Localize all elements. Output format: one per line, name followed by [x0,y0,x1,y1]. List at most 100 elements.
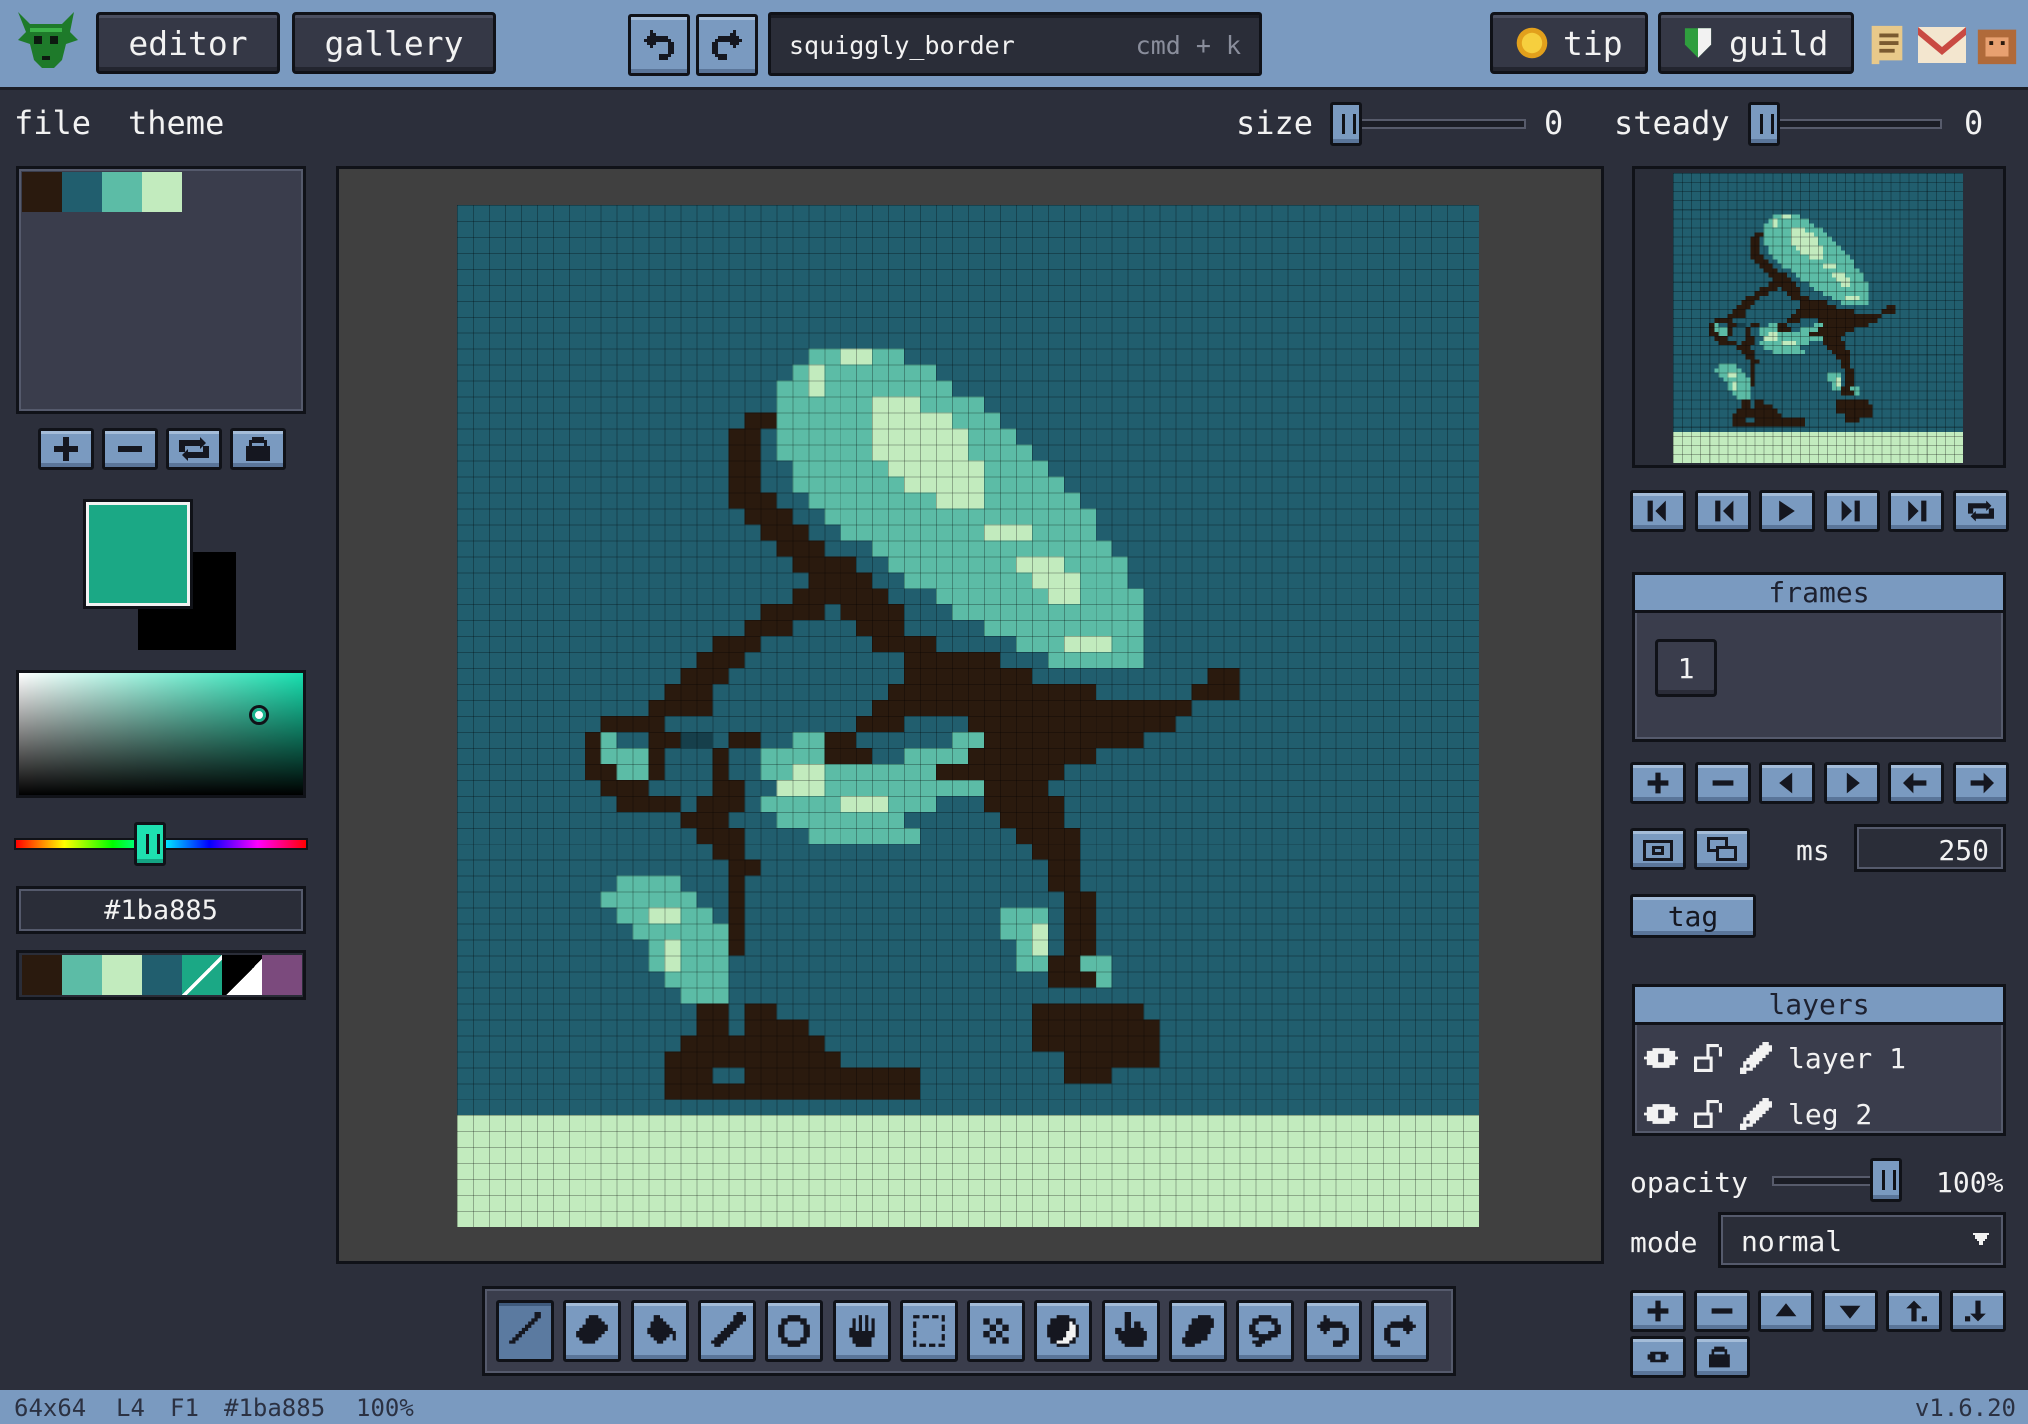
steady-slider-thumb[interactable] [1748,102,1780,146]
editor-tab[interactable]: editor [96,12,280,74]
layer-row[interactable]: leg 2 [1638,1090,2000,1140]
frames-title: frames [1635,575,2003,613]
pencil-icon[interactable] [1740,1098,1772,1130]
pixel-canvas[interactable] [457,205,1479,1227]
file-menu[interactable]: file [14,104,91,142]
layer-bottom-button[interactable] [1950,1290,2006,1332]
layer-down-button[interactable] [1822,1290,1878,1332]
scroll-icon[interactable] [1864,22,1910,68]
add-color-button[interactable] [38,428,94,470]
onion-skin-button[interactable] [1630,828,1686,870]
prev-frame-button[interactable] [1694,490,1751,532]
add-frame-button[interactable] [1630,762,1686,804]
remove-frame-button[interactable] [1694,762,1751,804]
lasso-tool[interactable] [1236,1300,1295,1362]
size-slider-thumb[interactable] [1330,102,1362,146]
circle-tool[interactable] [765,1300,824,1362]
lock-palette-button[interactable] [230,428,286,470]
last-frame-button[interactable] [1888,490,1944,532]
gallery-tab[interactable]: gallery [292,12,496,74]
loop-button[interactable] [1952,490,2009,532]
unlock-icon[interactable] [1694,1044,1722,1072]
duplicate-frame-button[interactable] [1694,828,1750,870]
copy-icon [1707,837,1737,861]
shade-tool[interactable] [1034,1300,1093,1362]
swap-icon [179,437,209,461]
dither-tool[interactable] [967,1300,1026,1362]
eye-icon[interactable] [1644,1100,1678,1128]
layer-top-button[interactable] [1886,1290,1942,1332]
tip-button[interactable]: tip [1490,12,1648,74]
palette-swatch[interactable] [62,172,102,212]
select-rect-tool[interactable] [899,1300,958,1362]
redo-tool[interactable] [1370,1300,1429,1362]
eyedropper-tool[interactable] [697,1300,756,1362]
undo-button[interactable] [628,14,690,76]
move-frame-first-button[interactable] [1888,762,1944,804]
opacity-slider-thumb[interactable] [1870,1158,1902,1202]
palette-swatch[interactable] [22,172,62,212]
chevron-down-icon [1973,1233,1989,1245]
redo-icon [1384,1315,1416,1347]
tip-label: tip [1563,23,1623,63]
recent-color-swatch[interactable] [22,955,62,995]
move-frame-left-button[interactable] [1759,762,1815,804]
hue-slider-thumb[interactable] [134,822,166,866]
size-slider-track[interactable] [1336,119,1526,129]
layer-up-icon [1775,1303,1797,1317]
fill-shape-tool[interactable] [1169,1300,1227,1362]
move-frame-right-button[interactable] [1823,762,1880,804]
recent-color-swatch[interactable] [62,955,102,995]
first-frame-button[interactable] [1630,490,1686,532]
eraser-tool[interactable] [563,1300,622,1362]
next-frame-button[interactable] [1823,490,1880,532]
remove-color-button[interactable] [102,428,158,470]
add-layer-button[interactable] [1630,1290,1686,1332]
play-button[interactable] [1759,490,1815,532]
move-frame-last-button[interactable] [1952,762,2009,804]
layer-row[interactable]: layer 1 [1638,1034,2000,1084]
recent-color-swatch[interactable] [182,955,222,995]
shade-icon [1047,1315,1080,1347]
opacity-slider-track[interactable] [1772,1176,1882,1186]
layer-visibility-button[interactable] [1630,1336,1686,1378]
saturation-picker[interactable] [16,670,306,798]
tag-button[interactable]: tag [1630,894,1756,938]
unlock-icon[interactable] [1694,1100,1722,1128]
layer-visibility-icon [1647,1351,1669,1363]
command-search[interactable]: squiggly_border cmd + k [768,12,1262,76]
eye-icon[interactable] [1644,1044,1678,1072]
palette-swatch[interactable] [142,172,182,212]
mail-icon[interactable] [1918,22,1966,68]
pencil-icon [509,1312,541,1344]
canvas-area[interactable] [336,166,1604,1264]
undo-tool[interactable] [1303,1300,1362,1362]
pencil-tool[interactable] [496,1300,554,1362]
bucket-tool[interactable] [630,1300,689,1362]
layer-lock-icon [1709,1346,1730,1368]
avatar-icon[interactable] [1974,22,2020,68]
layer-up-button[interactable] [1758,1290,1814,1332]
recent-color-swatch[interactable] [142,955,182,995]
redo-button[interactable] [696,14,758,76]
layer-lock-button[interactable] [1694,1336,1750,1378]
recent-color-swatch[interactable] [262,955,302,995]
theme-menu[interactable]: theme [128,104,224,142]
remove-layer-button[interactable] [1694,1290,1750,1332]
guild-button[interactable]: guild [1658,12,1854,74]
steady-slider-track[interactable] [1752,119,1942,129]
pencil-icon[interactable] [1740,1042,1772,1074]
blend-mode-select[interactable]: normal [1718,1212,2006,1268]
frame-thumb[interactable]: 1 [1655,639,1717,697]
saturation-cursor[interactable] [249,705,269,725]
primary-color[interactable] [83,499,193,609]
hex-input[interactable]: #1ba885 [16,886,306,934]
recent-color-swatch[interactable] [102,955,142,995]
dragon-logo-icon[interactable] [10,8,82,80]
hand-tool[interactable] [832,1300,891,1362]
frame-duration-input[interactable]: 250 [1854,824,2006,872]
recent-color-swatch[interactable] [222,955,262,995]
swap-palette-button[interactable] [166,428,222,470]
pointer-tool[interactable] [1101,1300,1160,1362]
palette-swatch[interactable] [102,172,142,212]
